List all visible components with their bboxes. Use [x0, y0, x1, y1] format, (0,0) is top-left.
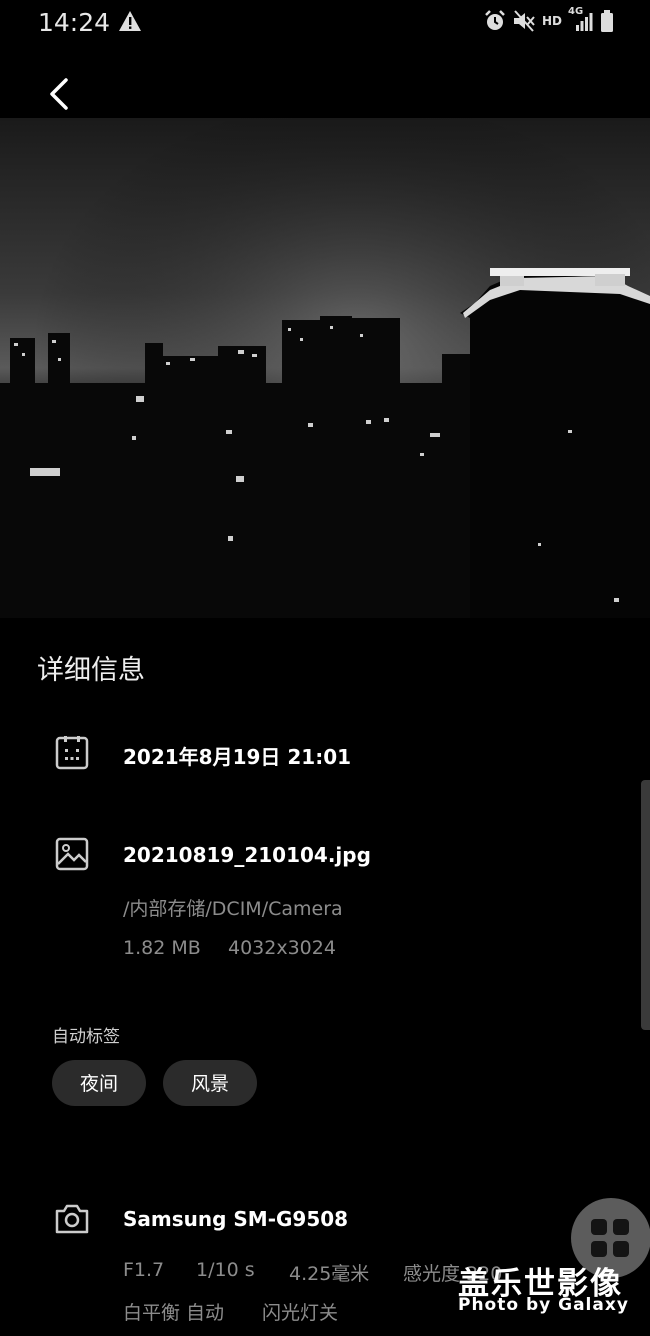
white-balance: 白平衡 自动	[123, 1302, 225, 1324]
camera-icon	[55, 1204, 89, 1234]
aperture: F1.7	[123, 1259, 165, 1281]
tag-chip-night[interactable]: 夜间	[52, 1060, 146, 1106]
status-icons: HD 4G	[484, 6, 614, 33]
alarm-icon	[485, 10, 505, 30]
photo-preview[interactable]	[0, 118, 650, 618]
flash: 闪光灯关	[262, 1302, 339, 1324]
file-name: 20210819_210104.jpg	[123, 843, 371, 867]
date-taken: 2021年8月19日 21:01	[123, 745, 352, 769]
file-path: /内部存储/DCIM/Camera	[123, 898, 343, 920]
signal-4g-icon: 4G	[568, 6, 594, 33]
focal-length: 4.25毫米	[289, 1263, 370, 1285]
hd-icon: HD	[541, 14, 562, 28]
file-resolution: 4032x3024	[228, 937, 336, 959]
section-title: 详细信息	[37, 655, 145, 686]
warning-icon	[119, 11, 141, 31]
shutter-speed: 1/10 s	[196, 1259, 255, 1281]
battery-icon	[601, 10, 613, 32]
calendar-icon	[55, 736, 89, 770]
back-button[interactable]	[38, 72, 82, 116]
file-size: 1.82 MB	[123, 937, 201, 959]
camera-model: Samsung SM-G9508	[123, 1207, 349, 1231]
chevron-left-icon	[50, 78, 68, 110]
tag-chip-scenery[interactable]: 风景	[163, 1060, 257, 1106]
image-icon	[55, 837, 89, 871]
status-bar: 14:24 HD 4G	[0, 0, 650, 44]
status-time: 14:24	[38, 8, 111, 37]
watermark-subtitle: Photo by Galaxy	[458, 1295, 629, 1315]
scrollbar[interactable]	[641, 780, 650, 1030]
grid-apps-icon	[591, 1219, 631, 1259]
mute-icon	[513, 10, 535, 32]
tags-label: 自动标签	[52, 1027, 120, 1047]
